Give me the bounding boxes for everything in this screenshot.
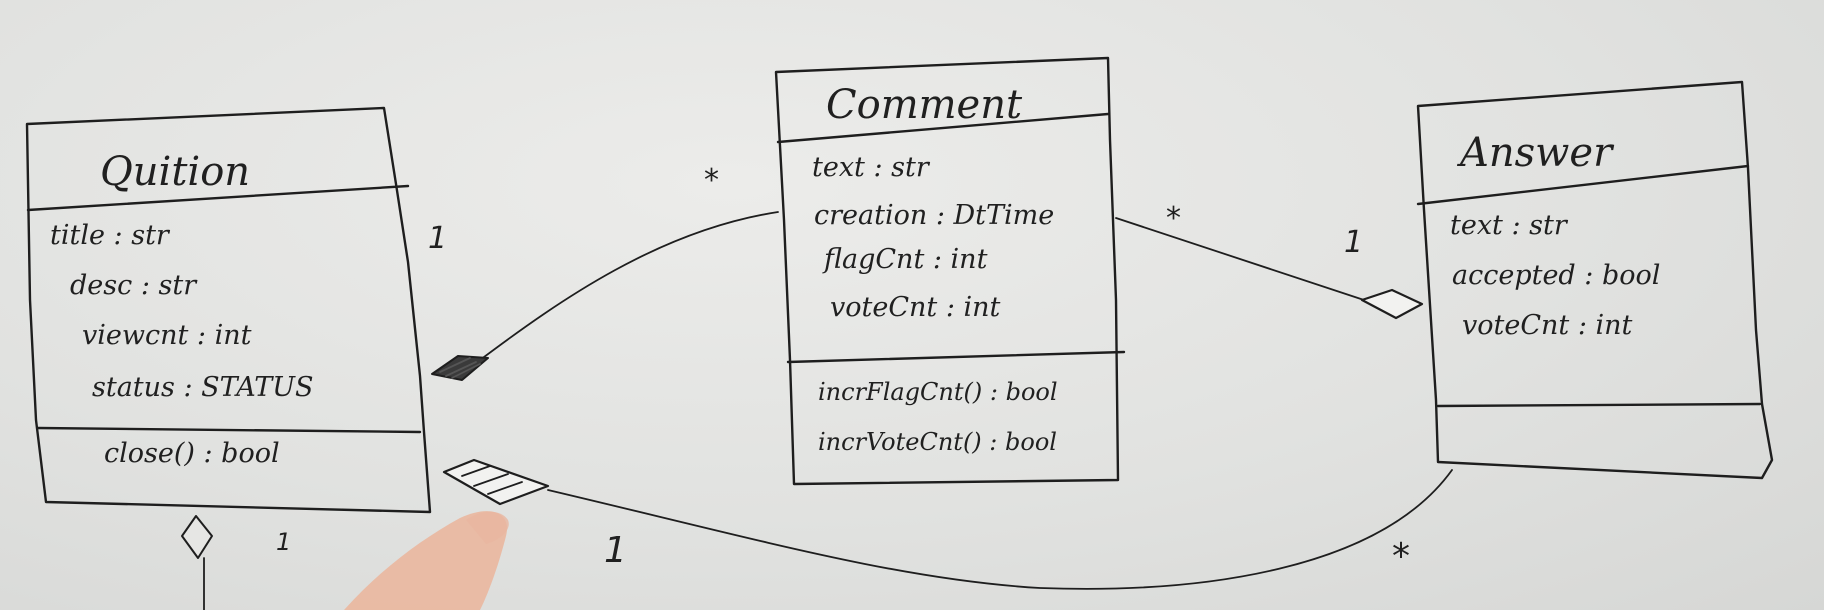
answer-attribute: accepted : bool xyxy=(1452,260,1660,291)
answer-attribute: voteCnt : int xyxy=(1462,310,1633,341)
multiplicity-label: 1 xyxy=(276,528,291,556)
comment-method: incrVoteCnt() : bool xyxy=(818,428,1057,456)
presenter-hand xyxy=(344,511,509,610)
multiplicity-label: 1 xyxy=(604,530,627,571)
comment-attr-divider xyxy=(786,350,1126,364)
question-method: close() : bool xyxy=(104,438,280,469)
question-attribute: title : str xyxy=(50,220,171,251)
question-attr-divider xyxy=(36,426,422,434)
multiplicity-label: * xyxy=(1392,536,1410,577)
whiteboard: Quition title : str desc : str viewcnt :… xyxy=(0,0,1824,610)
comment-attribute: flagCnt : int xyxy=(822,244,988,275)
comment-class: Comment text : str creation : DtTime fla… xyxy=(774,56,1126,486)
answer-attr-divider xyxy=(1436,402,1762,408)
comment-class-name: Comment xyxy=(826,82,1023,128)
multiplicity-label: * xyxy=(1166,201,1181,236)
uml-class-diagram: Quition title : str desc : str viewcnt :… xyxy=(25,56,1774,610)
answer-class-name: Answer xyxy=(1456,130,1615,176)
comment-method: incrFlagCnt() : bool xyxy=(818,378,1058,406)
comment-attribute: text : str xyxy=(812,152,931,183)
question-attribute: status : STATUS xyxy=(92,372,313,403)
question-class: Quition title : str desc : str viewcnt :… xyxy=(25,106,432,514)
association-line xyxy=(479,211,779,361)
question-attribute: desc : str xyxy=(70,270,198,301)
aggregation-diamond-icon xyxy=(1360,288,1424,320)
comment-attribute: creation : DtTime xyxy=(814,200,1054,231)
comment-answer-aggregation xyxy=(1115,217,1424,320)
comment-attribute: voteCnt : int xyxy=(830,292,1001,323)
question-bottom-association xyxy=(181,515,213,610)
multiplicity-label: 1 xyxy=(1344,225,1363,260)
composition-diamond-icon xyxy=(431,355,489,381)
aggregation-diamond-icon xyxy=(442,458,550,506)
answer-attribute: text : str xyxy=(1450,210,1569,241)
multiplicity-label: * xyxy=(704,163,719,198)
question-answer-aggregation xyxy=(442,458,1453,590)
association-line xyxy=(1115,217,1365,301)
question-class-name: Quition xyxy=(100,149,250,195)
multiplicity-label: 1 xyxy=(428,221,447,256)
composition-diamond-icon xyxy=(181,515,213,559)
question-attribute: viewcnt : int xyxy=(82,320,252,351)
answer-class: Answer text : str accepted : bool voteCn… xyxy=(1416,80,1774,480)
question-comment-composition xyxy=(431,211,779,381)
association-line xyxy=(547,469,1453,590)
